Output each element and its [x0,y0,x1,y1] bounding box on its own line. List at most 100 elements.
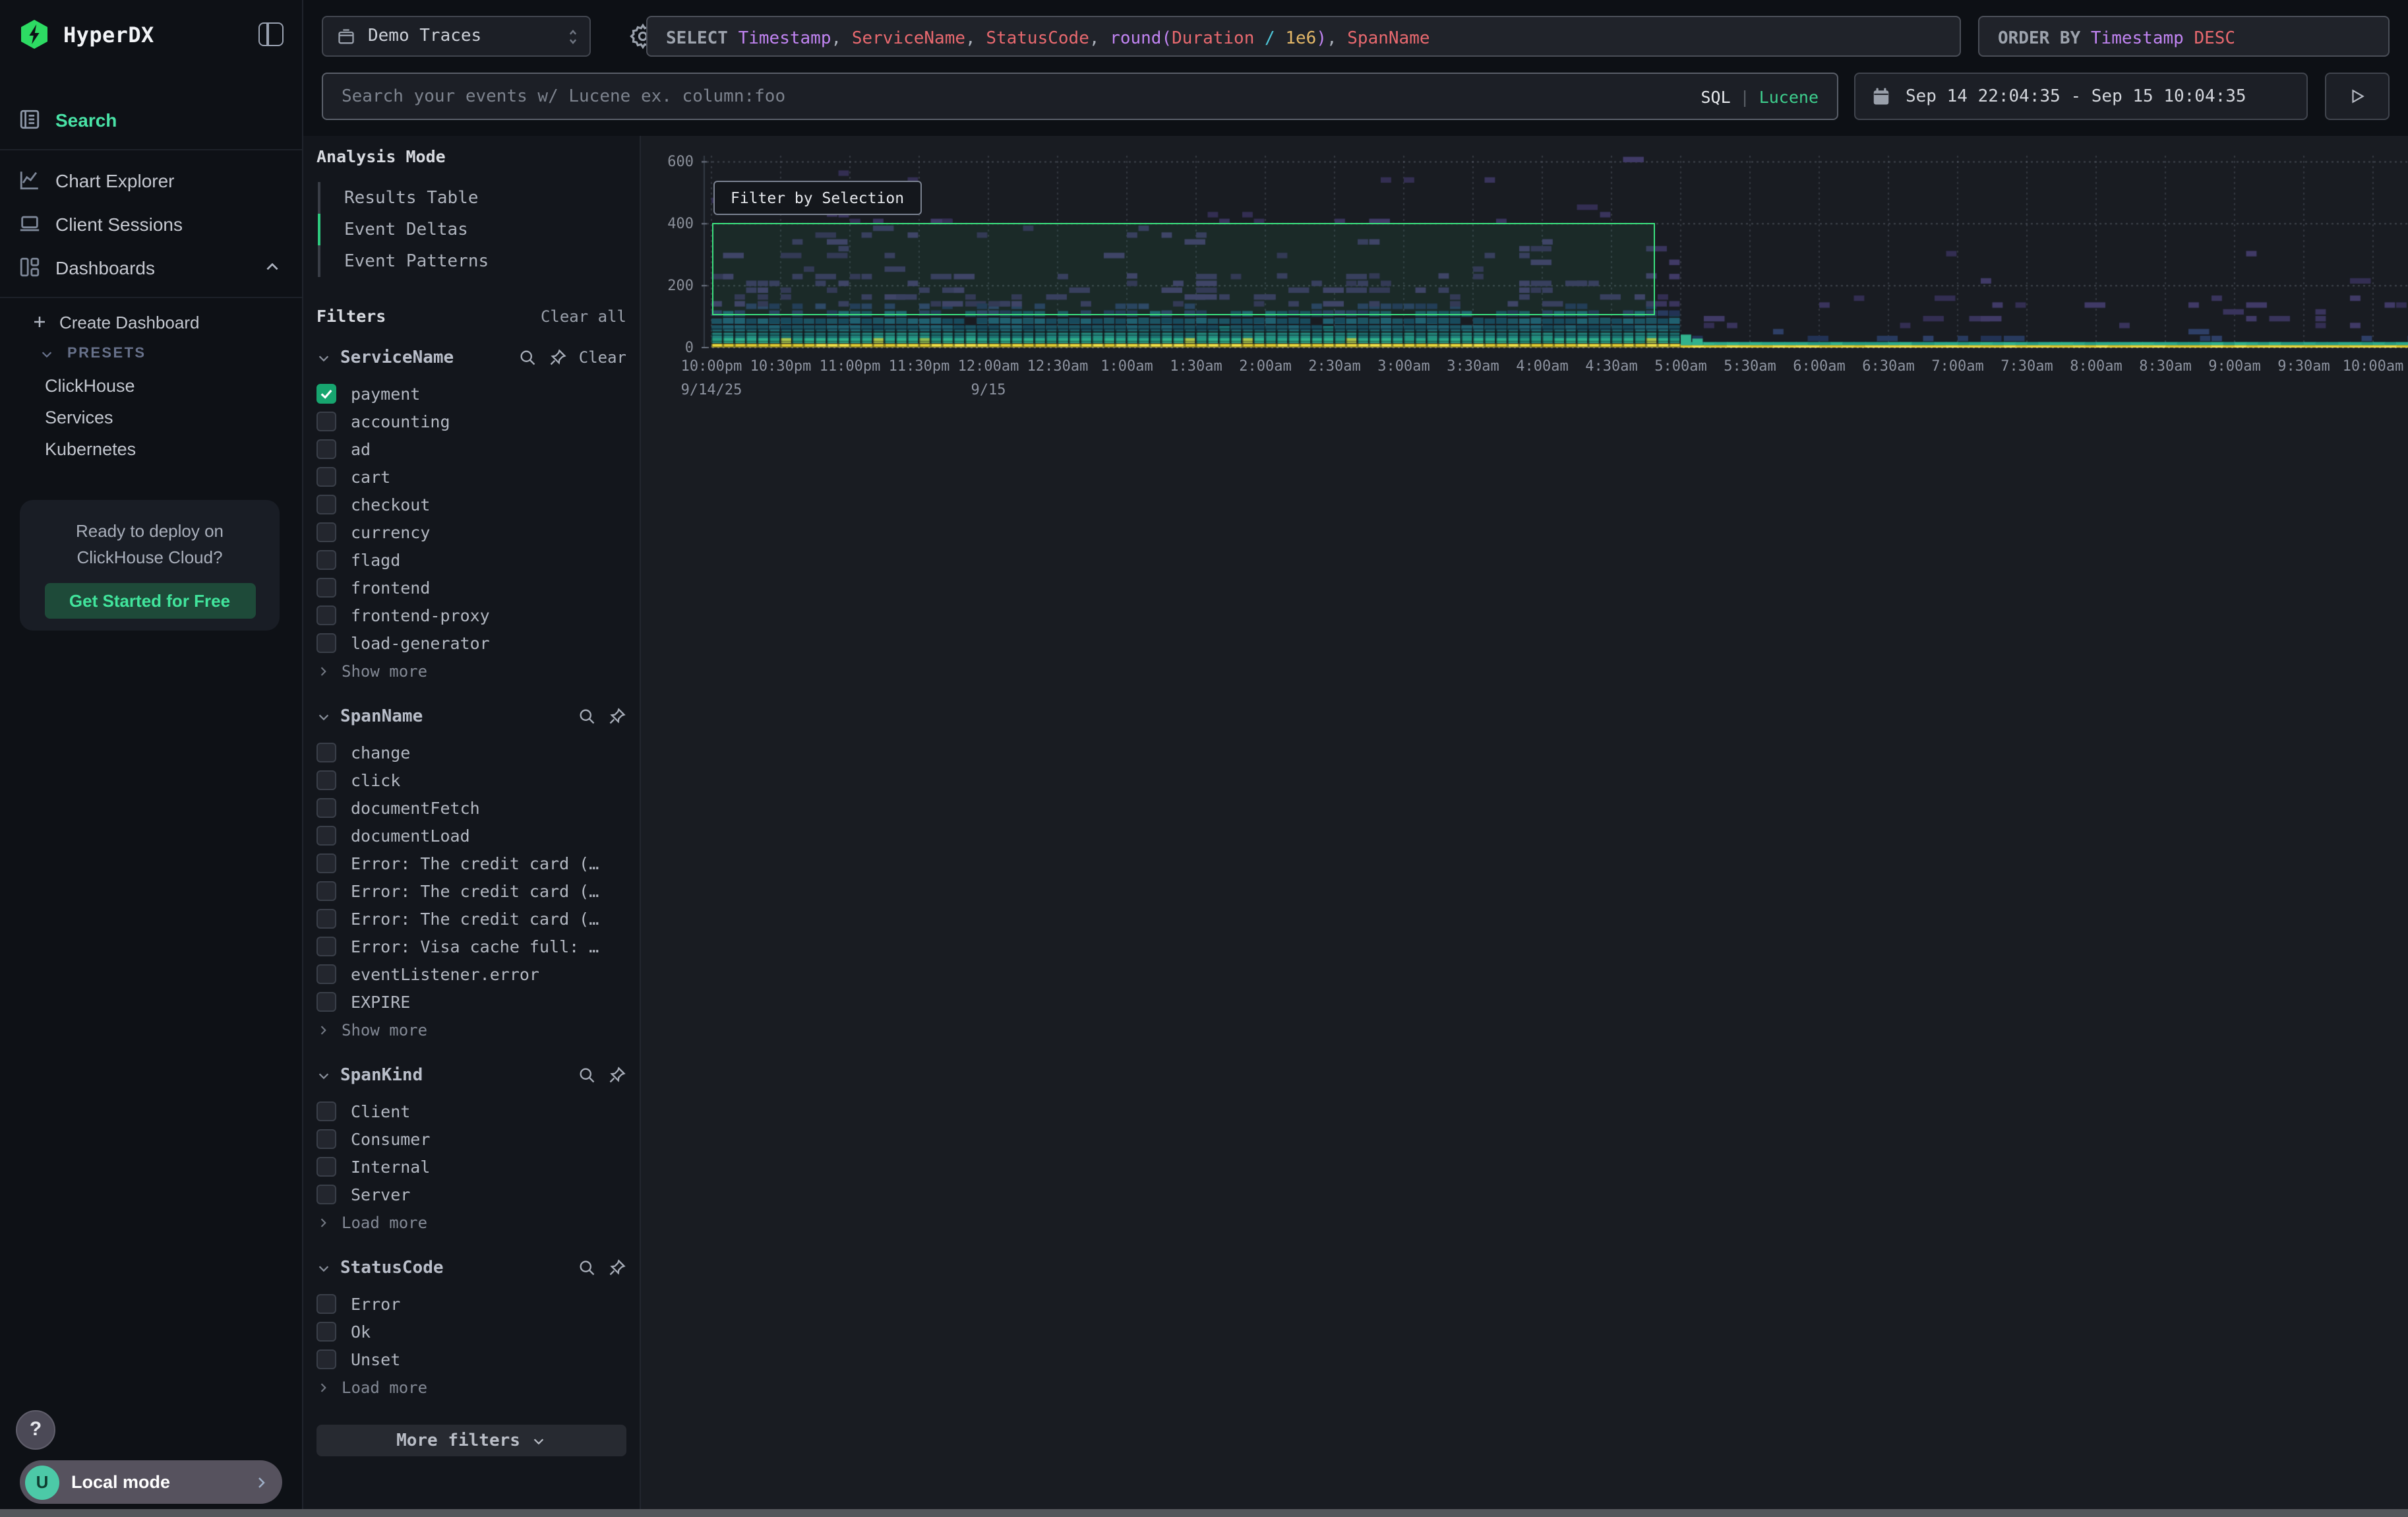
search-icon[interactable] [578,1258,596,1277]
checkbox[interactable] [316,992,336,1012]
checkbox[interactable] [316,522,336,542]
help-button[interactable]: ? [16,1410,55,1450]
filter-section-header[interactable]: SpanKind [316,1062,626,1088]
filter-option-payment[interactable]: payment [316,380,626,408]
clear-filter-button[interactable]: Clear [579,348,626,367]
checkbox[interactable] [316,467,336,487]
checkbox[interactable] [316,495,336,514]
sidebar-item-client-sessions[interactable]: Client Sessions [0,202,302,245]
horizontal-scrollbar[interactable] [0,1509,2408,1517]
filter-option-error[interactable]: Error [316,1290,626,1318]
filter-option-ad[interactable]: ad [316,435,626,463]
get-started-button[interactable]: Get Started for Free [44,583,255,619]
checkbox[interactable] [316,439,336,459]
checkbox[interactable] [316,1101,336,1121]
preset-item-kubernetes[interactable]: Kubernetes [0,433,302,464]
preset-item-services[interactable]: Services [0,401,302,433]
load-more-button[interactable]: Load more [316,1373,626,1401]
checkbox[interactable] [316,853,336,873]
filter-option-internal[interactable]: Internal [316,1153,626,1181]
filter-option-click[interactable]: click [316,766,626,794]
chart-selection-region[interactable] [712,223,1655,315]
checkbox[interactable] [316,412,336,431]
filter-option-checkout[interactable]: checkout [316,491,626,518]
checkbox[interactable] [316,605,336,625]
filter-option-consumer[interactable]: Consumer [316,1125,626,1153]
pin-icon[interactable] [549,348,567,367]
analysis-mode-event-patterns[interactable]: Event Patterns [318,245,626,277]
more-filters-button[interactable]: More filters [316,1425,626,1456]
filter-option-accounting[interactable]: accounting [316,408,626,435]
search-icon[interactable] [518,348,537,367]
checkbox[interactable] [316,550,336,570]
filter-option-client[interactable]: Client [316,1098,626,1125]
mode-toggle-lucene[interactable]: Lucene [1759,86,1819,106]
sidebar-item-chart-explorer[interactable]: Chart Explorer [0,158,302,202]
filter-option-flagd[interactable]: flagd [316,546,626,574]
filter-option-server[interactable]: Server [316,1181,626,1208]
show-more-button[interactable]: Show more [316,657,626,685]
filter-section-header[interactable]: SpanName [316,703,626,729]
filter-section-header[interactable]: ServiceNameClear [316,344,626,371]
checkbox[interactable] [316,826,336,846]
pin-icon[interactable] [608,1258,626,1277]
mode-toggle-sql[interactable]: SQL [1701,86,1730,106]
filter-option-unset[interactable]: Unset [316,1346,626,1373]
checkbox[interactable] [316,1185,336,1204]
search-icon[interactable] [578,707,596,726]
collapse-sidebar-icon[interactable] [258,22,284,46]
sql-query-editor[interactable]: SELECT Timestamp, ServiceName, StatusCod… [646,16,1961,57]
filter-by-selection-button[interactable]: Filter by Selection [713,181,921,215]
filter-option-change[interactable]: change [316,739,626,766]
filter-option-load-generator[interactable]: load-generator [316,629,626,657]
filter-section-header[interactable]: StatusCode [316,1254,626,1281]
source-select[interactable]: Demo Traces [322,16,591,57]
checkbox[interactable] [316,1294,336,1314]
filter-option-currency[interactable]: currency [316,518,626,546]
filter-option-ok[interactable]: Ok [316,1318,626,1346]
checkbox[interactable] [316,964,336,984]
filter-option-documentfetch[interactable]: documentFetch [316,794,626,822]
checkbox[interactable] [316,798,336,818]
clear-all-button[interactable]: Clear all [541,307,626,325]
load-more-button[interactable]: Load more [316,1208,626,1236]
sidebar-item-search[interactable]: Search [0,98,302,141]
checkbox[interactable] [316,384,336,404]
checkbox[interactable] [316,937,336,956]
preset-item-clickhouse[interactable]: ClickHouse [0,369,302,401]
chevron-up-icon[interactable] [261,259,284,276]
checkbox[interactable] [316,578,336,598]
create-dashboard-button[interactable]: Create Dashboard [0,306,302,338]
checkbox[interactable] [316,1349,336,1369]
filter-option-error-the-credit-card[interactable]: Error: The credit card (… [316,905,626,933]
run-query-button[interactable] [2325,73,2390,120]
analysis-mode-results-table[interactable]: Results Table [318,182,626,214]
order-by-editor[interactable]: ORDER BY Timestamp DESC [1978,16,2390,57]
search-icon[interactable] [578,1066,596,1084]
checkbox[interactable] [316,1129,336,1149]
sidebar-item-dashboards[interactable]: Dashboards [0,245,302,289]
filter-option-error-the-credit-card[interactable]: Error: The credit card (… [316,877,626,905]
search-input[interactable]: Search your events w/ Lucene ex. column:… [322,73,1838,120]
checkbox[interactable] [316,909,336,929]
presets-toggle[interactable]: PRESETS [0,338,302,369]
filter-option-frontend-proxy[interactable]: frontend-proxy [316,602,626,629]
local-mode-button[interactable]: U Local mode [20,1460,282,1504]
filter-option-documentload[interactable]: documentLoad [316,822,626,850]
pin-icon[interactable] [608,1066,626,1084]
checkbox[interactable] [316,881,336,901]
checkbox[interactable] [316,743,336,762]
filter-option-eventlistener-error[interactable]: eventListener.error [316,960,626,988]
checkbox[interactable] [316,1157,336,1177]
filter-option-error-the-credit-card[interactable]: Error: The credit card (… [316,850,626,877]
analysis-mode-event-deltas[interactable]: Event Deltas [318,214,626,245]
pin-icon[interactable] [608,707,626,726]
filter-option-expire[interactable]: EXPIRE [316,988,626,1016]
checkbox[interactable] [316,1322,336,1342]
filter-option-frontend[interactable]: frontend [316,574,626,602]
time-range-picker[interactable]: Sep 14 22:04:35 - Sep 15 10:04:35 [1854,73,2308,120]
filter-option-error-visa-cache-full[interactable]: Error: Visa cache full: … [316,933,626,960]
checkbox[interactable] [316,633,336,653]
checkbox[interactable] [316,770,336,790]
filter-option-cart[interactable]: cart [316,463,626,491]
